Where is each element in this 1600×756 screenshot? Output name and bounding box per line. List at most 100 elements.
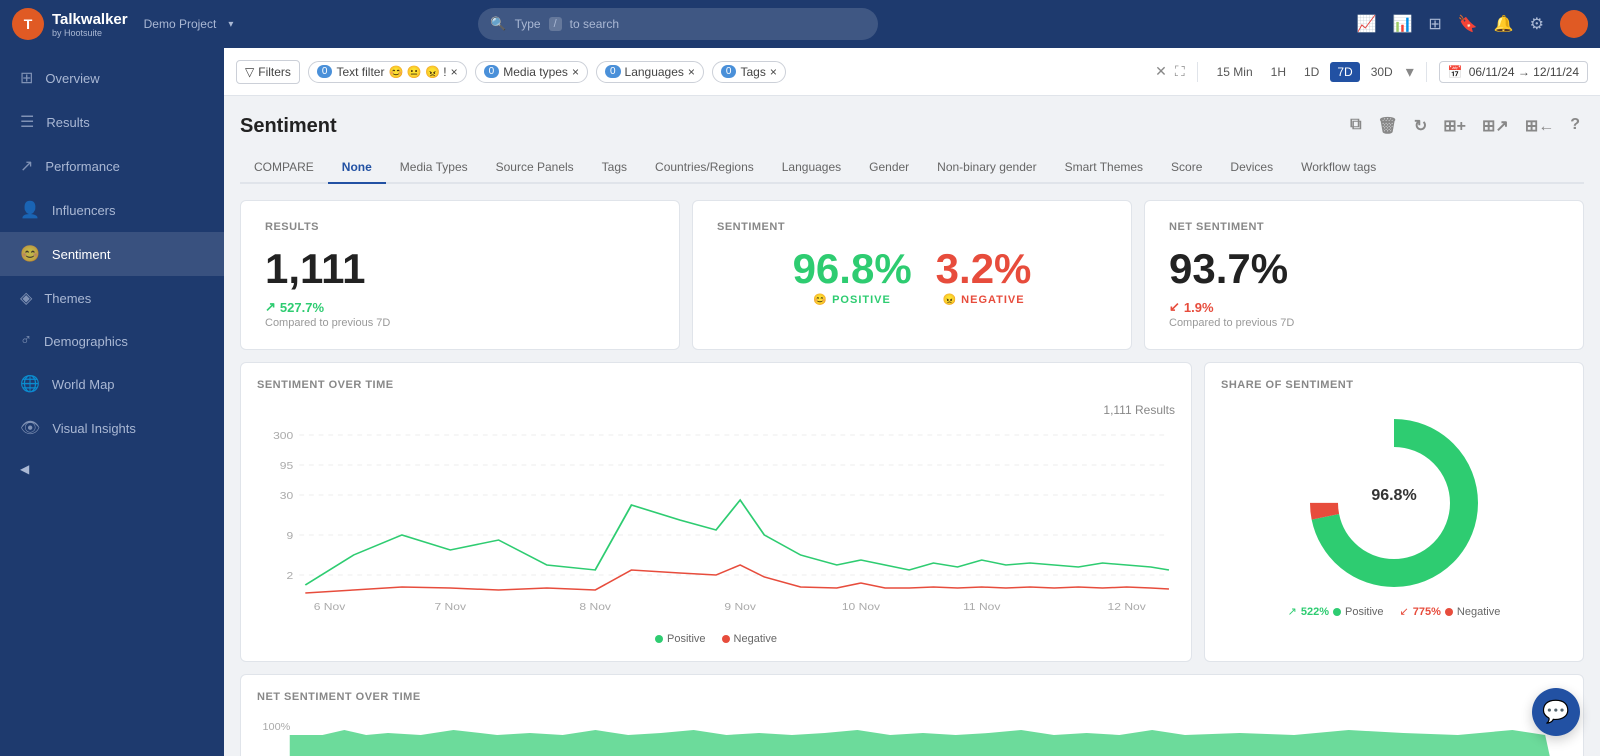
main-content: ▽ Filters 0 Text filter 😊 😐 😠 ! × 0 Medi…	[224, 48, 1600, 756]
chart-line-icon[interactable]: 📈	[1357, 14, 1377, 34]
media-types-chip[interactable]: 0 Media types ×	[475, 61, 588, 83]
page-title-text: Sentiment	[240, 115, 337, 138]
bookmark-icon[interactable]: 🔖	[1458, 14, 1478, 34]
tab-compare[interactable]: COMPARE	[240, 152, 328, 184]
positive-label: 😊 POSITIVE	[793, 293, 912, 306]
chart-results-count: 1,111 Results	[257, 403, 1175, 417]
delete-widget-icon[interactable]: 🗑	[1374, 112, 1402, 140]
legend-negative-label: Negative	[734, 633, 777, 645]
languages-count: 0	[605, 65, 621, 78]
sidebar-item-world-map[interactable]: 🌐 World Map	[0, 362, 224, 406]
net-sentiment-over-time-card: NET SENTIMENT OVER TIME 100%	[240, 674, 1584, 756]
sidebar-label-performance: Performance	[45, 159, 119, 174]
text-filter-chip[interactable]: 0 Text filter 😊 😐 😠 ! ×	[308, 61, 467, 83]
bell-icon[interactable]: 🔔	[1494, 14, 1514, 34]
filters-button[interactable]: ▽ Filters	[236, 60, 300, 84]
tab-tags[interactable]: Tags	[588, 152, 641, 184]
languages-chip[interactable]: 0 Languages ×	[596, 61, 704, 83]
calendar-icon: 📅	[1448, 65, 1463, 79]
chat-button[interactable]: 💬	[1532, 688, 1580, 736]
tab-nonbinary[interactable]: Non-binary gender	[923, 152, 1050, 184]
tags-close[interactable]: ×	[770, 65, 777, 79]
refresh-icon[interactable]: ↻	[1410, 112, 1431, 140]
project-dropdown-arrow[interactable]: ▾	[228, 19, 233, 30]
tab-score[interactable]: Score	[1157, 152, 1216, 184]
chat-icon: 💬	[1542, 699, 1569, 725]
date-range-picker[interactable]: 📅 06/11/24 → 12/11/24	[1439, 61, 1588, 83]
add-segment-icon[interactable]: ⊞+	[1439, 112, 1470, 140]
sidebar-label-influencers: Influencers	[52, 203, 116, 218]
top-nav: T Talkwalker by Hootsuite Demo Project ▾…	[0, 0, 1600, 48]
sidebar-item-overview[interactable]: ⊞ Overview	[0, 56, 224, 100]
svg-text:95: 95	[280, 461, 293, 472]
page-content: Sentiment ⧉ 🗑 ↻ ⊞+ ⊞↗ ⊞← ? COMPARE None …	[224, 96, 1600, 756]
sidebar-item-themes[interactable]: ◈ Themes	[0, 276, 224, 320]
sidebar-item-demographics[interactable]: ♂ Demographics	[0, 320, 224, 362]
text-filter-close[interactable]: ×	[451, 65, 458, 79]
date-range-value: 06/11/24 → 12/11/24	[1469, 65, 1579, 79]
negative-change-val: 775%	[1413, 606, 1441, 618]
sidebar-label-themes: Themes	[44, 291, 91, 306]
line-chart: 300 95 30 9 2 6 Nov 7 Nov 8	[257, 425, 1175, 625]
media-types-close[interactable]: ×	[572, 65, 579, 79]
time-30d[interactable]: 30D	[1364, 62, 1400, 82]
time-1h[interactable]: 1H	[1264, 62, 1293, 82]
net-sentiment-compare-text: Compared to previous 7D	[1169, 317, 1559, 329]
grid-icon[interactable]: ⊞	[1428, 14, 1441, 34]
donut-legend-positive: ↗ 522% Positive	[1288, 605, 1384, 618]
text-filter-count: 0	[317, 65, 333, 78]
sidebar-item-sentiment[interactable]: 😊 Sentiment	[0, 232, 224, 276]
donut-dot-negative	[1445, 608, 1453, 616]
copy-widget-icon[interactable]: ⧉	[1346, 112, 1365, 140]
demographics-icon: ♂	[20, 332, 32, 350]
page-title-actions: ⧉ 🗑 ↻ ⊞+ ⊞↗ ⊞← ?	[1346, 112, 1584, 140]
svg-text:30: 30	[280, 491, 293, 502]
tab-devices[interactable]: Devices	[1216, 152, 1287, 184]
net-sentiment-over-time-title: NET SENTIMENT OVER TIME	[257, 691, 1567, 703]
search-icon: 🔍	[490, 16, 506, 32]
sidebar-collapse-button[interactable]: ◀	[0, 450, 224, 488]
help-icon[interactable]: ?	[1566, 112, 1584, 140]
sidebar-item-influencers[interactable]: 👤 Influencers	[0, 188, 224, 232]
tab-languages[interactable]: Languages	[768, 152, 855, 184]
positive-label-text: POSITIVE	[832, 294, 891, 306]
tab-gender[interactable]: Gender	[855, 152, 923, 184]
add-filter-icon[interactable]: ⊞↗	[1478, 112, 1513, 140]
search-type-label: Type	[515, 17, 541, 31]
languages-close[interactable]: ×	[688, 65, 695, 79]
charts-row: SENTIMENT OVER TIME 1,111 Results 300	[240, 362, 1584, 662]
media-types-count: 0	[484, 65, 500, 78]
app-subtitle: by Hootsuite	[52, 28, 128, 38]
tags-chip[interactable]: 0 Tags ×	[712, 61, 786, 83]
sidebar-item-visual-insights[interactable]: 👁 Visual Insights	[0, 406, 224, 450]
time-7d[interactable]: 7D	[1330, 62, 1359, 82]
tab-countries[interactable]: Countries/Regions	[641, 152, 768, 184]
time-dropdown-arrow[interactable]: ▾	[1406, 62, 1414, 82]
settings-icon[interactable]: ⚙	[1530, 14, 1544, 34]
visual-insights-icon: 👁	[20, 418, 40, 438]
results-compare-text: Compared to previous 7D	[265, 317, 655, 329]
donut-container: 96.8% ↗ 522% Positive ↙	[1221, 403, 1567, 628]
user-avatar[interactable]	[1560, 10, 1588, 38]
tab-smart-themes[interactable]: Smart Themes	[1051, 152, 1157, 184]
sidebar-item-performance[interactable]: ↗ Performance	[0, 144, 224, 188]
tab-source-panels[interactable]: Source Panels	[482, 152, 588, 184]
sentiment-icon: 😊	[20, 244, 40, 264]
pin-icon[interactable]: ⊞←	[1521, 112, 1558, 140]
search-bar[interactable]: 🔍 Type / to search	[478, 8, 878, 40]
time-15min[interactable]: 15 Min	[1210, 62, 1260, 82]
time-1d[interactable]: 1D	[1297, 62, 1326, 82]
tab-media-types[interactable]: Media Types	[386, 152, 482, 184]
negative-label-text: NEGATIVE	[961, 294, 1024, 306]
tab-workflow[interactable]: Workflow tags	[1287, 152, 1390, 184]
svg-text:8 Nov: 8 Nov	[579, 602, 611, 613]
tags-label: Tags	[740, 65, 765, 79]
sidebar-item-results[interactable]: ☰ Results	[0, 100, 224, 144]
clear-filters-icon[interactable]: ✕	[1155, 63, 1167, 80]
negative-value: 3.2%	[936, 245, 1032, 293]
bar-chart-icon[interactable]: 📊	[1392, 14, 1412, 34]
influencers-icon: 👤	[20, 200, 40, 220]
expand-icon[interactable]: ⛶	[1175, 63, 1185, 80]
tab-none[interactable]: None	[328, 152, 386, 184]
results-card: RESULTS 1,111 ↗ 527.7% Compared to previ…	[240, 200, 680, 350]
